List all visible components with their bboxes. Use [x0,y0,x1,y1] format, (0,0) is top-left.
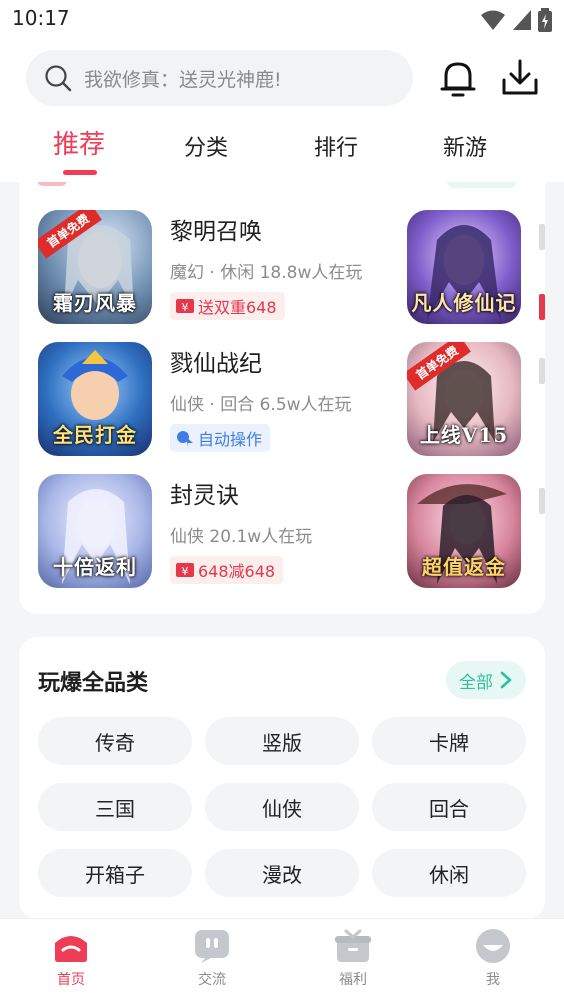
nav-label: 首页 [57,972,85,988]
view-all-label: 全部 [459,672,493,693]
game-item[interactable]: 全民打金 戮仙战纪 仙侠 · 回合 6.5w人在玩 自动操作 [38,342,398,458]
nav-label: 我 [486,972,500,988]
nav-profile[interactable]: 我 [453,929,533,989]
coupon-icon: ¥ [176,299,194,314]
tab-new-games[interactable]: 新游 [443,130,487,162]
status-icons [480,8,552,32]
category-pill[interactable]: 开箱子 [38,849,192,897]
game-title: 黎明召唤 [170,219,262,245]
coupon-icon: ¥ [176,563,194,578]
game-tag: 自动操作 [170,424,271,452]
tab-ranking[interactable]: 排行 [314,130,358,162]
search-bar[interactable]: 我欲修真：送灵光神鹿! [26,50,413,106]
game-meta: 仙侠 20.1w人在玩 [170,527,313,547]
category-pill[interactable]: 竖版 [205,717,359,765]
game-art-text: 霜刃风暴 [53,291,137,315]
tab-bar: 推荐 分类 排行 新游 [0,130,564,180]
category-pill[interactable]: 卡牌 [372,717,526,765]
game-tag: ¥ 送双重648 [170,292,285,320]
game-item[interactable]: 十倍返利 封灵诀 仙侠 20.1w人在玩 ¥ 648减648 [38,474,398,590]
category-pill[interactable]: 仙侠 [205,783,359,831]
nav-benefits[interactable]: 福利 [313,929,393,989]
offscreen-title-hint [539,224,545,250]
game-meta: 仙侠 · 回合 6.5w人在玩 [170,395,352,415]
nav-label: 福利 [339,972,367,988]
profile-icon [476,929,510,963]
scrolled-content-hint [447,182,517,188]
game-icon[interactable]: 全民打金 [38,342,152,456]
game-art-text: 超值返金 [422,555,506,579]
game-icon[interactable]: 凡人修仙记 [407,210,521,324]
game-item[interactable]: 首单免费 霜刃风暴 黎明召唤 魔幻 · 休闲 18.8w人在玩 ¥ 送双重648 [38,210,398,326]
game-tag-label: 送双重648 [198,298,277,317]
signal-icon [513,10,531,30]
game-icon[interactable]: 首单免费 霜刃风暴 [38,210,152,324]
chat-icon [195,930,229,963]
chevron-right-icon [500,671,512,689]
game-icon[interactable]: 十倍返利 [38,474,152,588]
game-meta: 魔幻 · 休闲 18.8w人在玩 [170,263,363,283]
game-art-text: 上线V15 [419,423,509,447]
search-icon [45,65,72,92]
game-list-card: 首单免费 霜刃风暴 黎明召唤 魔幻 · 休闲 18.8w人在玩 ¥ 送双重648… [19,182,545,614]
home-icon [55,936,87,962]
game-title: 戮仙战纪 [170,351,262,377]
category-pill[interactable]: 传奇 [38,717,192,765]
bell-icon[interactable] [440,58,476,98]
nav-home[interactable]: 首页 [31,929,111,989]
game-icon[interactable]: 超值返金 [407,474,521,588]
bottom-nav: 首页 交流 福利 我 [0,918,564,1004]
offscreen-title-hint [539,488,545,514]
status-bar: 10:17 [0,0,564,40]
category-pill[interactable]: 休闲 [372,849,526,897]
offscreen-title-hint [539,358,545,384]
scrolled-content-hint [37,182,67,186]
wifi-icon [481,10,505,30]
nav-label: 交流 [198,972,226,988]
game-tag-label: 648减648 [198,562,276,581]
status-time: 10:17 [12,6,70,30]
game-art-text: 全民打金 [53,423,137,447]
game-tag: ¥ 648减648 [170,556,284,584]
categories-card: 玩爆全品类 全部 传奇 竖版 卡牌 三国 仙侠 回合 开箱子 漫改 休闲 [19,637,545,919]
view-all-button[interactable]: 全部 [446,661,526,699]
tab-category[interactable]: 分类 [184,130,228,162]
game-art-text: 十倍返利 [53,555,137,579]
game-title: 封灵诀 [170,483,239,509]
categories-title: 玩爆全品类 [38,671,149,696]
tab-recommend[interactable]: 推荐 [53,124,105,161]
game-icon[interactable]: 首单免费 上线V15 [407,342,521,456]
category-pill[interactable]: 漫改 [205,849,359,897]
search-placeholder: 我欲修真：送灵光神鹿! [84,68,282,91]
gift-icon [335,929,371,962]
download-icon[interactable] [501,58,539,98]
svg-text:¥: ¥ [182,565,189,578]
offscreen-tag-hint [539,294,545,320]
nav-community[interactable]: 交流 [172,929,252,989]
tab-active-indicator [63,170,97,175]
auto-operate-icon [177,431,193,447]
game-art-text: 凡人修仙记 [411,291,517,315]
header: 我欲修真：送灵光神鹿! 推荐 分类 排行 新游 [0,40,564,182]
svg-text:¥: ¥ [182,301,189,314]
battery-icon [538,8,552,32]
game-tag-label: 自动操作 [198,430,263,449]
category-pill[interactable]: 三国 [38,783,192,831]
category-pill[interactable]: 回合 [372,783,526,831]
